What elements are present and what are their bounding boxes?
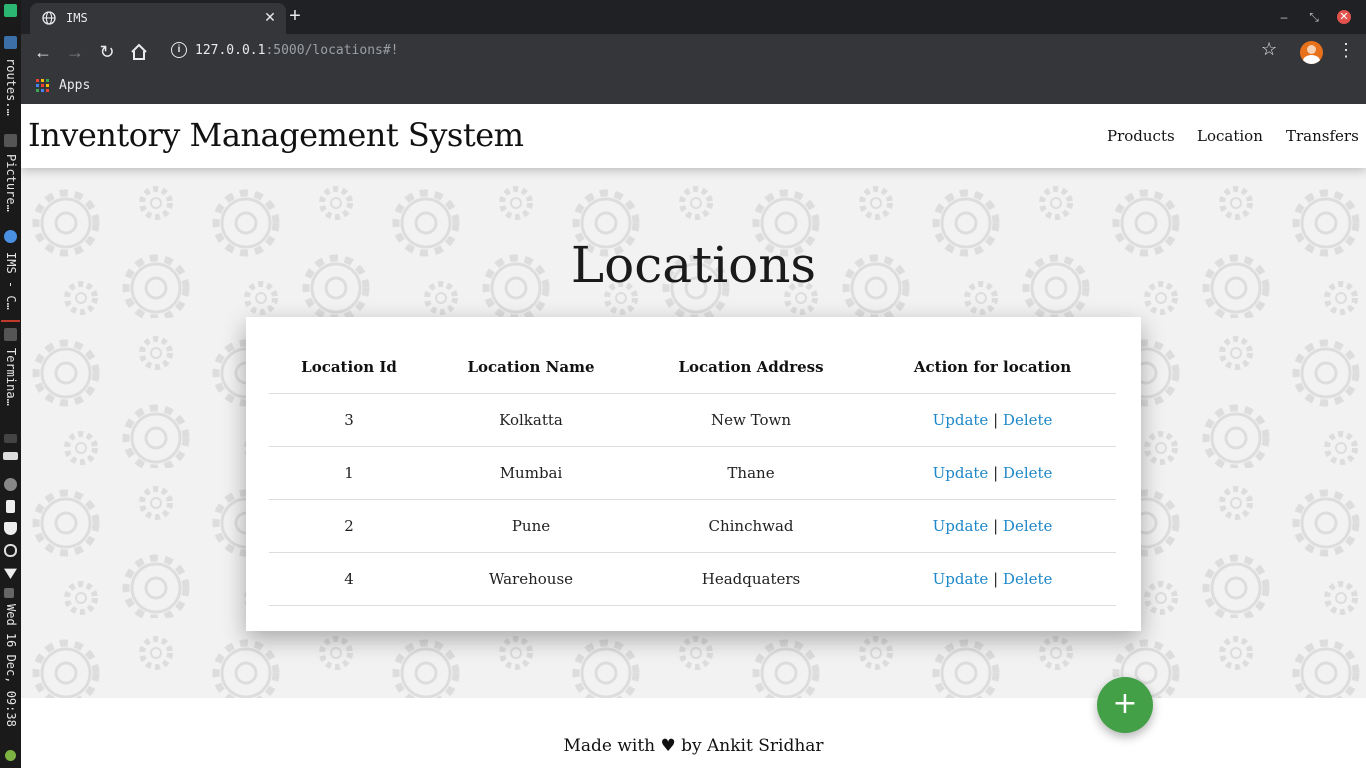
- paperclip-icon: [4, 544, 17, 557]
- delete-link[interactable]: Delete: [1003, 517, 1052, 535]
- tab-title: IMS: [66, 11, 88, 25]
- add-location-button[interactable]: +: [1097, 677, 1153, 733]
- close-tab-icon[interactable]: ✕: [262, 9, 278, 26]
- profile-avatar[interactable]: [1300, 41, 1323, 64]
- forward-icon[interactable]: →: [63, 40, 87, 64]
- cell-location-address: New Town: [633, 393, 869, 447]
- taskbar-item-routes[interactable]: routes.…: [1, 58, 20, 128]
- cell-actions: Update | Delete: [869, 446, 1116, 500]
- cell-location-address: Chinchwad: [633, 499, 869, 553]
- close-window-icon[interactable]: ✕: [1337, 10, 1351, 24]
- header-location-name: Location Name: [429, 341, 633, 394]
- action-separator: |: [993, 463, 999, 482]
- taskbar-item-picture[interactable]: Picture…: [1, 154, 20, 224]
- chrome-icon: [4, 230, 17, 243]
- cell-actions: Update | Delete: [869, 393, 1116, 447]
- app-launcher-icon[interactable]: [4, 4, 17, 17]
- status-indicator-icon: [5, 750, 16, 761]
- cell-location-id: 3: [269, 393, 429, 447]
- page-footer: Made with ♥ by Ankit Sridhar: [21, 698, 1366, 768]
- update-link[interactable]: Update: [933, 411, 989, 429]
- volume-icon: [4, 588, 14, 598]
- cell-location-name: Mumbai: [429, 446, 633, 500]
- home-icon[interactable]: [127, 40, 151, 64]
- web-page: Inventory Management System Products Loc…: [21, 104, 1366, 768]
- tab-ims[interactable]: IMS ✕: [30, 3, 286, 34]
- browser-toolbar: ← → ↻ i 127.0.0.1:5000/locations#! ☆ ⋮: [21, 34, 1366, 70]
- cell-location-address: Headquaters: [633, 552, 869, 606]
- site-info-icon[interactable]: i: [171, 42, 187, 58]
- top-navbar: Inventory Management System Products Loc…: [21, 104, 1366, 168]
- delete-link[interactable]: Delete: [1003, 570, 1052, 588]
- header-action: Action for location: [869, 341, 1116, 394]
- cell-location-name: Kolkatta: [429, 393, 633, 447]
- cell-actions: Update | Delete: [869, 552, 1116, 606]
- update-link[interactable]: Update: [933, 570, 989, 588]
- table-row: 4 Warehouse Headquaters Update | Delete: [269, 552, 1116, 606]
- cell-location-name: Pune: [429, 499, 633, 553]
- bookmark-star-icon[interactable]: ☆: [1261, 39, 1277, 60]
- workspace-icon[interactable]: [4, 36, 17, 49]
- cell-location-id: 1: [269, 446, 429, 500]
- page-title: Locations: [570, 236, 817, 294]
- action-separator: |: [993, 516, 999, 535]
- update-link[interactable]: Update: [933, 517, 989, 535]
- browser-menu-icon[interactable]: ⋮: [1337, 40, 1355, 61]
- taskbar-item-ims[interactable]: IMS - C…: [1, 252, 20, 320]
- table-row: 3 Kolkatta New Town Update | Delete: [269, 393, 1116, 447]
- site-brand[interactable]: Inventory Management System: [28, 116, 524, 154]
- browser-tabstrip: IMS ✕ + – ⤡ ✕: [21, 0, 1366, 34]
- nav-products[interactable]: Products: [1107, 127, 1175, 145]
- header-location-address: Location Address: [633, 341, 869, 394]
- action-separator: |: [993, 410, 999, 429]
- update-link[interactable]: Update: [933, 464, 989, 482]
- locations-card: Location Id Location Name Location Addre…: [246, 317, 1141, 631]
- table-row: 1 Mumbai Thane Update | Delete: [269, 446, 1116, 500]
- header-location-id: Location Id: [269, 341, 429, 394]
- terminal-icon: [4, 328, 17, 341]
- cell-location-id: 2: [269, 499, 429, 553]
- cell-location-id: 4: [269, 552, 429, 606]
- url-path: :5000/locations#!: [265, 43, 399, 58]
- active-indicator: [1, 320, 20, 322]
- os-taskbar: routes.… Picture… IMS - C… Termina… Wed …: [0, 0, 21, 768]
- window-icon: [4, 434, 17, 443]
- action-separator: |: [993, 569, 999, 588]
- back-icon[interactable]: ←: [31, 40, 55, 64]
- picture-icon: [4, 134, 17, 147]
- delete-link[interactable]: Delete: [1003, 411, 1052, 429]
- footer-credit: Made with ♥ by Ankit Sridhar: [563, 736, 824, 756]
- globe-icon: [42, 11, 56, 25]
- cell-location-name: Warehouse: [429, 552, 633, 606]
- address-bar[interactable]: 127.0.0.1:5000/locations#!: [195, 43, 399, 58]
- locations-table: Location Id Location Name Location Addre…: [269, 341, 1116, 606]
- delete-link[interactable]: Delete: [1003, 464, 1052, 482]
- taskbar-clock: Wed 16 Dec, 09:38: [4, 604, 18, 727]
- taskbar-item-terminal[interactable]: Termina…: [1, 348, 20, 418]
- shield-icon: [4, 522, 17, 535]
- apps-grid-icon[interactable]: [36, 79, 49, 92]
- reload-icon[interactable]: ↻: [95, 40, 119, 64]
- wifi-icon: [4, 568, 17, 579]
- table-header-row: Location Id Location Name Location Addre…: [269, 341, 1116, 394]
- minimize-window-icon[interactable]: –: [1274, 7, 1294, 27]
- restore-window-icon[interactable]: ⤡: [1304, 7, 1324, 27]
- nav-location[interactable]: Location: [1197, 127, 1263, 145]
- table-row: 2 Pune Chinchwad Update | Delete: [269, 499, 1116, 553]
- nav-transfers[interactable]: Transfers: [1286, 127, 1359, 145]
- cell-location-address: Thane: [633, 446, 869, 500]
- url-host: 127.0.0.1: [195, 43, 266, 58]
- bookmarks-bar: Apps: [21, 70, 1366, 104]
- clipboard-icon: [6, 500, 15, 513]
- battery-icon: [3, 452, 18, 460]
- cell-actions: Update | Delete: [869, 499, 1116, 553]
- network-off-icon: [4, 478, 17, 491]
- new-tab-button[interactable]: +: [283, 5, 307, 29]
- apps-bookmark[interactable]: Apps: [59, 78, 90, 93]
